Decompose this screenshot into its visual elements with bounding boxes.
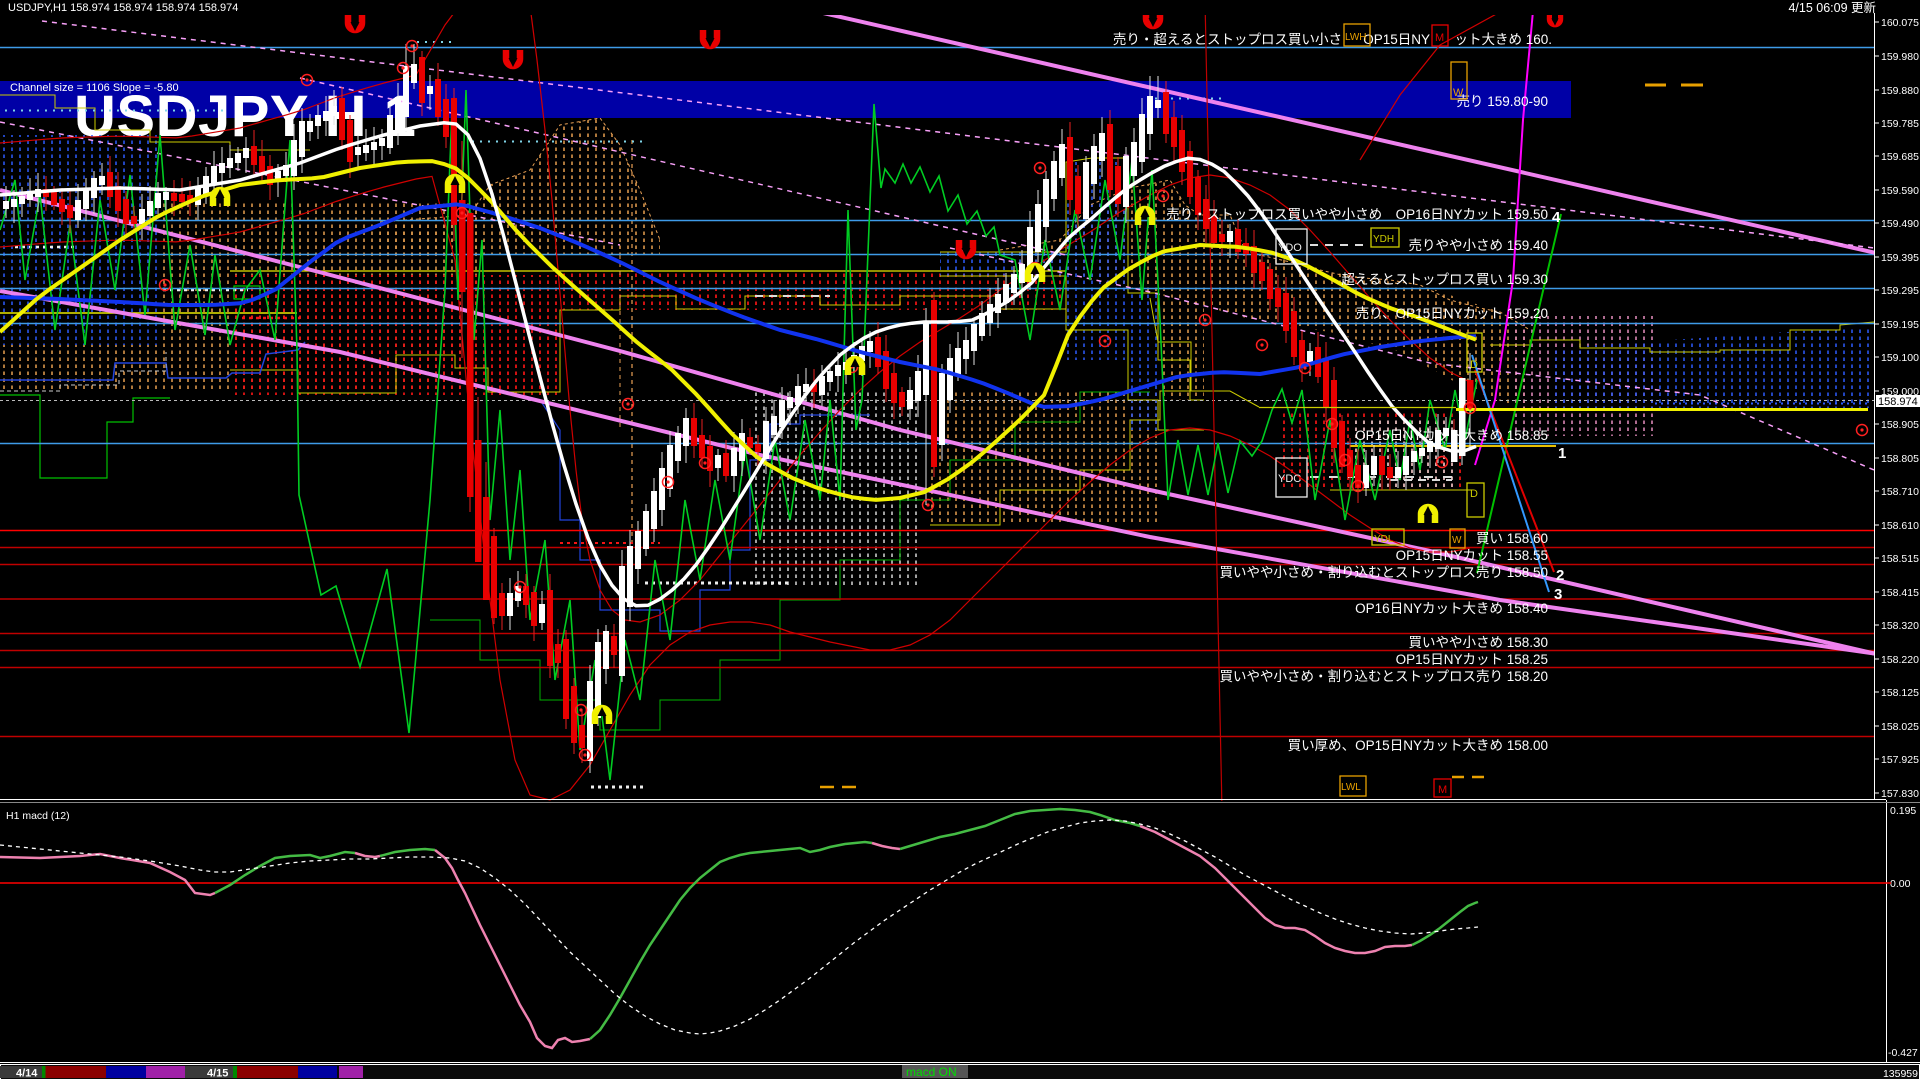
- svg-text:4/14: 4/14: [16, 1068, 38, 1080]
- svg-text:0.00: 0.00: [1890, 878, 1911, 890]
- svg-text:買いやや小さめ 158.30: 買いやや小さめ 158.30: [1408, 635, 1548, 650]
- svg-text:159.490: 159.490: [1881, 218, 1919, 230]
- svg-text:買い厚め、OP15日NYカット大きめ 158.00: 買い厚め、OP15日NYカット大きめ 158.00: [1288, 738, 1548, 753]
- svg-text:159.980: 159.980: [1881, 51, 1919, 63]
- svg-text:158.710: 158.710: [1881, 486, 1919, 498]
- svg-text:158.415: 158.415: [1881, 587, 1919, 599]
- svg-text:M: M: [1435, 32, 1444, 44]
- svg-text:売り 159.80-90: 売り 159.80-90: [1456, 94, 1548, 109]
- svg-text:135959: 135959: [1883, 1068, 1918, 1080]
- svg-text:158.974: 158.974: [1878, 396, 1918, 408]
- svg-text:M: M: [1438, 784, 1447, 796]
- svg-text:OP15日NYカット 158.55: OP15日NYカット 158.55: [1396, 548, 1548, 563]
- svg-text:OP15日NYカット 158.25: OP15日NYカット 158.25: [1396, 652, 1548, 667]
- svg-text:買いやや小さめ・割り込むとストップロス売り 158.20: 買いやや小さめ・割り込むとストップロス売り 158.20: [1219, 668, 1548, 684]
- svg-text:YDO: YDO: [1278, 242, 1302, 254]
- svg-text:LWL: LWL: [1341, 782, 1361, 793]
- svg-text:158.320: 158.320: [1881, 620, 1919, 632]
- svg-text:買いやや小さめ・割り込むとストップロス売り 158.50: 買いやや小さめ・割り込むとストップロス売り 158.50: [1219, 564, 1548, 580]
- svg-text:YDC: YDC: [1278, 473, 1301, 485]
- svg-text:-0.427: -0.427: [1888, 1047, 1918, 1059]
- svg-text:158.805: 158.805: [1881, 453, 1919, 465]
- svg-text:OP15日NYカット大きめ 158.85: OP15日NYカット大きめ 158.85: [1355, 428, 1548, 443]
- svg-text:売り・超えるとストップロス買い小さ: 売り・超えるとストップロス買い小さ: [1113, 32, 1342, 47]
- svg-text:157.925: 157.925: [1881, 754, 1919, 766]
- svg-text:YDH: YDH: [1373, 234, 1394, 245]
- svg-text:売りやや小さめ 159.40: 売りやや小さめ 159.40: [1408, 238, 1548, 253]
- svg-text:売り・ストップロス買いやや小さめ OP16日NYカット 15: 売り・ストップロス買いやや小さめ OP16日NYカット 159.50: [1166, 207, 1548, 222]
- svg-text:ット大きめ 160.: ット大きめ 160.: [1454, 32, 1552, 47]
- svg-text:D: D: [1470, 488, 1478, 500]
- svg-text:OP16日NYカット大きめ 158.40: OP16日NYカット大きめ 158.40: [1355, 601, 1548, 616]
- svg-text:4/15 06:09 更新: 4/15 06:09 更新: [1788, 0, 1876, 15]
- svg-text:USDJPY,H1 158.974 158.974 158: USDJPY,H1 158.974 158.974 158.974 158.97…: [8, 2, 238, 14]
- svg-text:158.610: 158.610: [1881, 520, 1919, 532]
- svg-text:158.905: 158.905: [1881, 419, 1919, 431]
- svg-text:買い 158.60: 買い 158.60: [1476, 531, 1548, 546]
- svg-text:超えるとストップロス買い 159.30: 超えるとストップロス買い 159.30: [1341, 272, 1548, 287]
- svg-text:1: 1: [1558, 445, 1566, 462]
- svg-text:4: 4: [1552, 209, 1561, 226]
- svg-text:158.025: 158.025: [1881, 721, 1919, 733]
- svg-text:W: W: [1453, 87, 1464, 99]
- svg-text:W: W: [1452, 535, 1462, 546]
- svg-text:LWH: LWH: [1345, 32, 1366, 43]
- svg-text:OP15日NY: OP15日NY: [1363, 32, 1430, 47]
- svg-text:157.830: 157.830: [1881, 788, 1919, 800]
- svg-text:3: 3: [1554, 586, 1562, 603]
- svg-text:159.785: 159.785: [1881, 118, 1919, 130]
- svg-text:4/15: 4/15: [207, 1068, 228, 1080]
- svg-text:158.515: 158.515: [1881, 553, 1919, 565]
- svg-text:159.590: 159.590: [1881, 185, 1919, 197]
- svg-text:159.195: 159.195: [1881, 319, 1919, 331]
- svg-text:159.685: 159.685: [1881, 151, 1919, 163]
- svg-text:macd ON: macd ON: [906, 1065, 957, 1079]
- svg-text:売り、OP15日NYカット 159.20: 売り、OP15日NYカット 159.20: [1356, 306, 1548, 321]
- svg-text:159.880: 159.880: [1881, 85, 1919, 97]
- svg-text:158.220: 158.220: [1881, 654, 1919, 666]
- svg-text:160.075: 160.075: [1881, 17, 1919, 29]
- svg-text:159.295: 159.295: [1881, 285, 1919, 297]
- svg-text:2: 2: [1556, 567, 1564, 584]
- svg-text:YDL: YDL: [1374, 534, 1394, 545]
- svg-text:158.125: 158.125: [1881, 687, 1919, 699]
- svg-text:D: D: [1470, 359, 1478, 371]
- svg-text:H1 macd (12): H1 macd (12): [6, 810, 70, 822]
- svg-text:159.395: 159.395: [1881, 252, 1919, 264]
- svg-text:159.100: 159.100: [1881, 352, 1919, 364]
- svg-text:0.195: 0.195: [1890, 805, 1916, 817]
